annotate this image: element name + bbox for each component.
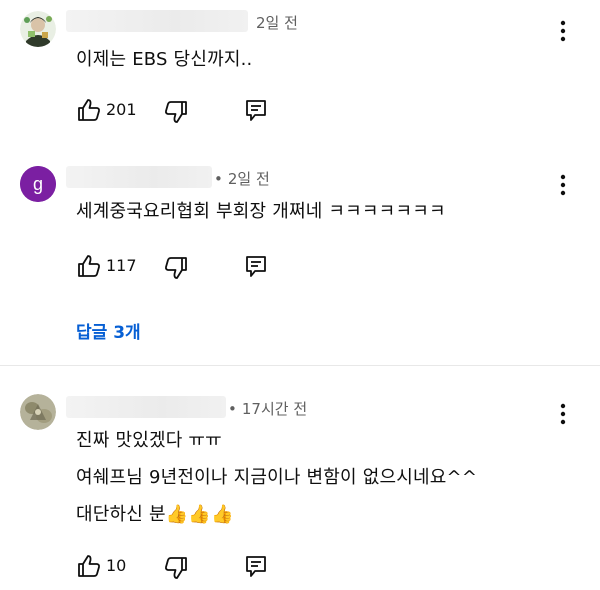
more-options-button[interactable] [552,401,574,427]
more-vertical-icon [560,20,566,42]
more-vertical-icon [560,174,566,196]
thumbs-up-icon [78,255,100,277]
thumbs-down-icon [165,257,187,279]
like-button[interactable] [76,97,102,123]
author-name-redacted[interactable] [66,396,226,418]
avatar[interactable]: g [20,166,56,202]
reply-button[interactable] [243,253,269,279]
thumbs-down-icon [165,101,187,123]
divider [0,365,600,366]
thumbs-down-icon [165,557,187,579]
avatar-illustration-icon [20,11,56,47]
separator-dot: • [214,170,223,188]
avatar-letter: g [33,174,43,194]
comment-time-text: 17시간 전 [241,400,308,418]
comment-text-line-1: 진짜 맛있겠다 ㅠㅠ [76,429,222,453]
dislike-button[interactable] [163,255,189,281]
reply-icon [246,256,266,277]
more-vertical-icon [560,403,566,425]
thumbs-up-icon [78,555,100,577]
reply-icon [246,100,266,121]
reply-button[interactable] [243,97,269,123]
like-count: 10 [106,556,127,575]
author-name-redacted[interactable] [66,10,248,32]
comment-text: 이제는 EBS 당신까지.. [76,48,252,72]
dislike-button[interactable] [163,555,189,581]
like-button[interactable] [76,553,102,579]
comment-time: • 2일 전 [214,168,270,189]
comment-line: 진짜 맛있겠다 ㅠㅠ [76,430,222,451]
comment-time: • 17시간 전 [228,398,307,419]
like-count: 201 [106,100,137,119]
avatar[interactable] [20,11,56,47]
author-name-redacted[interactable] [66,166,212,188]
comment-line: 대단하신 분 [76,504,166,525]
comment-line: 세계중국요리협회 부회장 개쩌네 ㅋㅋㅋㅋㅋㅋㅋ [76,201,446,222]
comment-text-line-2: 여쉐프님 9년전이나 지금이나 변함이 없으시네요^^ [76,466,477,490]
avatar-photo-icon [20,394,56,430]
comment-text-line-3: 대단하신 분👍👍👍 [76,503,234,527]
avatar[interactable] [20,394,56,430]
thumbs-up-emoji: 👍👍👍 [165,504,234,525]
comment-line: 여쉐프님 9년전이나 지금이나 변함이 없으시네요^^ [76,467,478,488]
comment-time-text: 2일 전 [227,170,270,188]
comment-line: 이제는 EBS 당신까지.. [76,49,253,70]
reply-icon [246,556,266,577]
comment-text: 세계중국요리협회 부회장 개쩌네 ㅋㅋㅋㅋㅋㅋㅋ [76,200,446,224]
more-options-button[interactable] [552,18,574,44]
comment-time: 2일 전 [256,12,298,33]
dislike-button[interactable] [163,99,189,125]
letter-avatar-icon: g [20,166,56,202]
comment-time-text: 2일 전 [256,14,298,32]
thumbs-up-icon [78,99,100,121]
view-replies-link[interactable]: 답글 3개 [76,318,141,343]
reply-button[interactable] [243,553,269,579]
separator-dot: • [228,400,237,418]
like-button[interactable] [76,253,102,279]
like-count: 117 [106,256,137,275]
more-options-button[interactable] [552,172,574,198]
